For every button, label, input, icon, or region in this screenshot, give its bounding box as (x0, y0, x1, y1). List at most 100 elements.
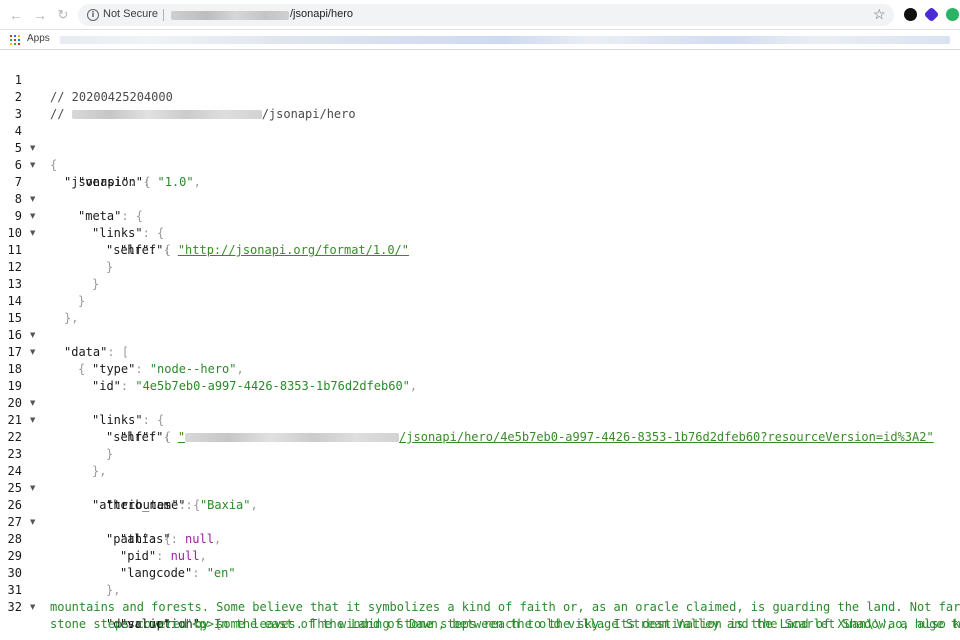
line-number: 32 (7, 600, 22, 614)
code-line: 11 } (0, 225, 114, 274)
url-path[interactable]: /jsonapi/hero (290, 8, 353, 20)
extension-green-icon[interactable] (946, 8, 959, 21)
json-key: "links" (92, 226, 143, 240)
code-line: 2 // /jsonapi/hero (0, 72, 356, 121)
reload-icon[interactable]: ↻ (55, 7, 71, 23)
json-entry: "pid": null, (120, 549, 207, 563)
fold-toggle-icon[interactable]: ▼ (30, 157, 38, 174)
address-bar[interactable]: i Not Secure /jsonapi/hero ☆ (78, 4, 894, 26)
redacted-bookmarks (60, 36, 950, 44)
wrapped-text-line: stone steps covered by some leaves. The … (50, 617, 960, 631)
extension-purple-icon[interactable] (923, 6, 940, 23)
brace: } (78, 294, 86, 308)
security-status-label[interactable]: Not Secure (103, 8, 158, 20)
bookmarks-bar: Apps (0, 30, 960, 50)
json-key: "langcode" (120, 566, 193, 580)
code-line: 17 "type": "node--hero", (0, 327, 244, 376)
fold-toggle-icon[interactable]: ▼ (30, 344, 38, 361)
json-key: "pid" (120, 549, 157, 563)
meta-href-link[interactable]: "http://jsonapi.org/format/1.0/" (178, 243, 409, 257)
fold-toggle-icon[interactable]: ▼ (30, 412, 38, 429)
code-line: 23 }, (0, 429, 107, 478)
code-line: 24 ▼ "attributes": { (0, 446, 201, 512)
json-key: "links" (92, 413, 143, 427)
json-key: "meta" (78, 209, 122, 223)
brace: } (106, 447, 114, 461)
fold-toggle-icon[interactable]: ▼ (30, 480, 38, 497)
info-icon[interactable]: i (87, 9, 99, 21)
code-line: 4 ▼ { (0, 106, 57, 172)
fold-toggle-icon[interactable]: ▼ (30, 225, 38, 242)
json-key: "alias" (120, 532, 171, 546)
comment-url: // /jsonapi/hero (50, 106, 356, 123)
wrapped-text-line: mountains and forests. Some believe that… (50, 600, 960, 614)
apps-grid-icon[interactable] (10, 35, 20, 45)
redacted-host (185, 433, 400, 442)
redacted-host (71, 110, 262, 119)
json-null: null (185, 532, 214, 546)
fold-toggle-icon[interactable]: ▼ (30, 327, 38, 344)
json-string: "node--hero" (149, 362, 237, 376)
json-key: "href" (120, 430, 164, 444)
json-key: "id" (92, 379, 121, 393)
json-string: "1.0" (157, 175, 194, 189)
json-entry: "type": "node--hero", (92, 362, 244, 376)
fold-toggle-icon[interactable]: ▼ (30, 514, 38, 531)
fold-toggle-icon[interactable]: ▼ (30, 208, 38, 225)
browser-toolbar: ← → ↻ i Not Secure /jsonapi/hero ☆ (0, 0, 960, 30)
code-line: 19 ▼ "links": { (0, 361, 165, 427)
code-line: 6 "version": "1.0", (0, 140, 201, 189)
json-entry: "id": "4e5b7eb0-a997-4426-8353-1b76d2dfe… (92, 379, 418, 393)
json-entry: "meta": { (78, 209, 144, 223)
code-line: 26 ▼ "path": { (0, 480, 172, 546)
json-entry: "data": [ (64, 345, 130, 359)
json-key: "type" (92, 362, 136, 376)
code-line: 9 ▼ "self": { (0, 191, 171, 257)
json-entry: "version": "1.0", (78, 175, 201, 189)
json-null: null (170, 549, 200, 563)
brace: }, (64, 311, 79, 325)
apps-bookmark[interactable]: Apps (27, 33, 50, 44)
json-key: "data" (64, 345, 108, 359)
json-entry: "links": { (92, 226, 165, 240)
code-line: 21 "href": "/jsonapi/hero/4e5b7eb0-a997-… (0, 395, 934, 444)
code-line: 29 "langcode": "en" (0, 531, 236, 580)
code-line: 3 (0, 89, 29, 121)
code-line: 28 "pid": null, (0, 514, 207, 563)
brace: } (106, 260, 114, 274)
fold-toggle-icon[interactable]: ▼ (30, 599, 38, 616)
json-source-view: 1 // 20200425204000 2 // /jsonapi/hero 3… (0, 51, 960, 640)
fold-toggle-icon[interactable]: ▼ (30, 140, 38, 157)
json-key: "href" (120, 243, 164, 257)
code-line: 30 }, (0, 548, 121, 597)
code-line: 13 } (0, 259, 86, 308)
code-line: 8 ▼ "links": { (0, 174, 165, 240)
code-line: 32 "value": "<p>In the east of the Land … (0, 582, 960, 631)
comment-timestamp: // 20200425204000 (50, 90, 173, 104)
item-self-link[interactable]: " /jsonapi/hero/4e5b7eb0-a997-4426-8353-1… (178, 430, 934, 444)
back-arrow-icon[interactable]: ← (8, 7, 24, 23)
code-line: 5 ▼ "jsonapi": { (0, 123, 151, 189)
forward-arrow-icon[interactable]: → (32, 7, 48, 23)
json-key: "hero_name" (106, 498, 186, 512)
code-line: 20 ▼ "self": { (0, 378, 172, 444)
json-entry: "links": { (92, 413, 165, 427)
code-line: 16 ▼ { (0, 310, 86, 376)
json-string: "Baxia" (199, 498, 251, 512)
bookmark-star-icon[interactable]: ☆ (873, 6, 886, 23)
json-entry: "href": "http://jsonapi.org/format/1.0/" (120, 243, 409, 257)
brace: { (50, 158, 58, 172)
comment-prefix: // (50, 107, 72, 121)
brace: { (78, 362, 86, 376)
fold-toggle-icon[interactable]: ▼ (30, 395, 38, 412)
json-entry: "alias": null, (120, 532, 222, 546)
link-path: /jsonapi/hero/4e5b7eb0-a997-4426-8353-1b… (399, 430, 934, 444)
code-line: 14 }, (0, 276, 79, 325)
code-line: 27 "alias": null, (0, 497, 222, 546)
extension-dark-icon[interactable] (904, 8, 917, 21)
code-line: 10 "href": "http://jsonapi.org/format/1.… (0, 208, 409, 257)
code-line: 25 "hero_name": "Baxia", (0, 463, 258, 512)
fold-toggle-icon[interactable]: ▼ (30, 191, 38, 208)
json-string: "4e5b7eb0-a997-4426-8353-1b76d2dfeb60" (135, 379, 410, 393)
code-line: 12 } (0, 242, 100, 291)
